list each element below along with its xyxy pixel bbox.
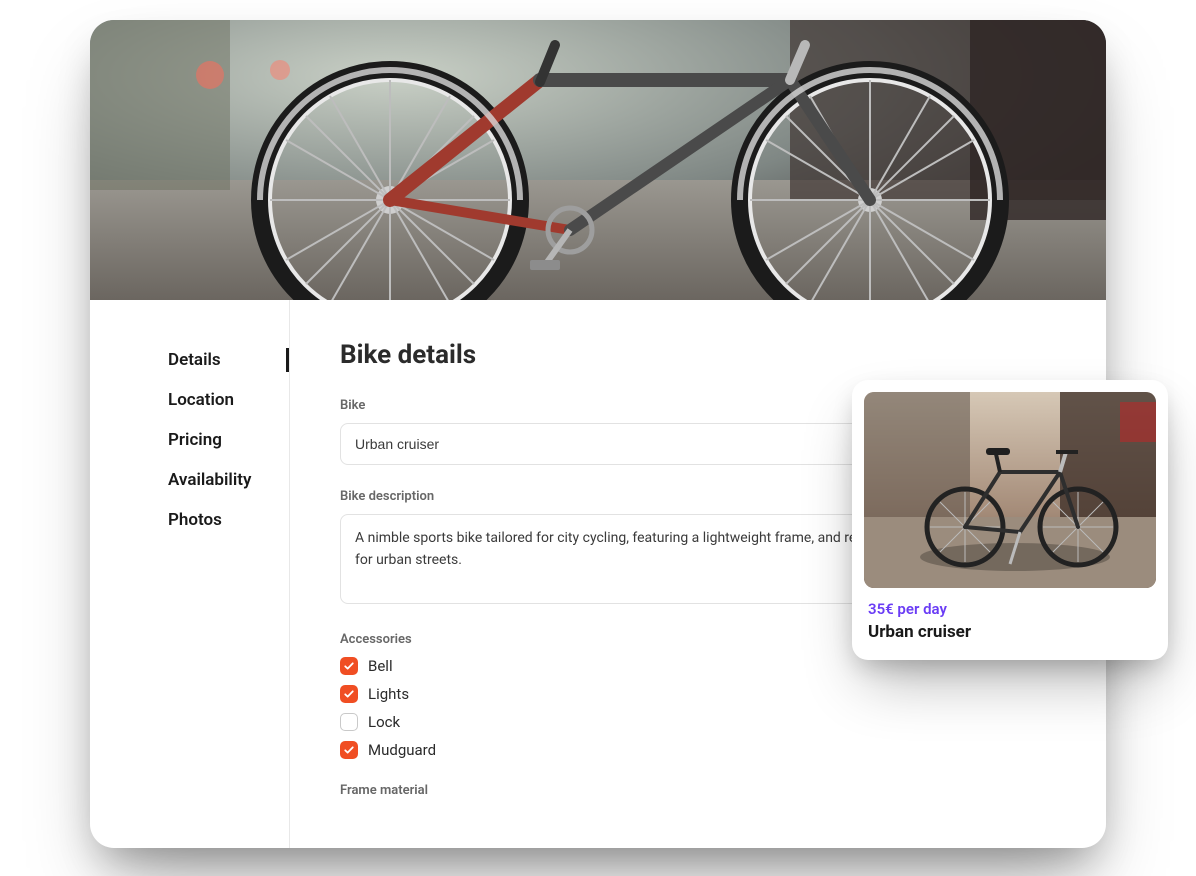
banner-image xyxy=(90,20,1106,300)
sidebar-item-availability[interactable]: Availability xyxy=(168,460,289,500)
check-icon xyxy=(343,660,355,672)
check-icon xyxy=(343,688,355,700)
accessory-label: Lock xyxy=(368,713,400,731)
preview-title: Urban cruiser xyxy=(864,622,1156,642)
frame-material-label: Frame material xyxy=(340,783,1056,798)
sidebar-item-pricing[interactable]: Pricing xyxy=(168,420,289,460)
sidebar-item-location[interactable]: Location xyxy=(168,380,289,420)
accessory-row-lock[interactable]: Lock xyxy=(340,713,1056,731)
accessory-row-lights[interactable]: Lights xyxy=(340,685,1056,703)
checkbox-lock[interactable] xyxy=(340,713,358,731)
sidebar-item-details[interactable]: Details xyxy=(168,340,289,380)
accessory-row-mudguard[interactable]: Mudguard xyxy=(340,741,1056,759)
checkbox-bell[interactable] xyxy=(340,657,358,675)
page-title: Bike details xyxy=(340,340,1056,370)
checkbox-mudguard[interactable] xyxy=(340,741,358,759)
listing-preview-card[interactable]: 35€ per day Urban cruiser xyxy=(852,380,1168,660)
accessory-label: Bell xyxy=(368,657,393,675)
field-frame-material: Frame material xyxy=(340,783,1056,798)
accessory-label: Mudguard xyxy=(368,741,436,759)
checkbox-lights[interactable] xyxy=(340,685,358,703)
accessory-label: Lights xyxy=(368,685,409,703)
preview-price: 35€ per day xyxy=(864,600,1156,618)
sidebar-nav: Details Location Pricing Availability Ph… xyxy=(90,300,290,848)
check-icon xyxy=(343,744,355,756)
preview-thumbnail xyxy=(864,392,1156,588)
accessories-list: Bell Lights Lock xyxy=(340,657,1056,759)
sidebar-item-photos[interactable]: Photos xyxy=(168,500,289,540)
